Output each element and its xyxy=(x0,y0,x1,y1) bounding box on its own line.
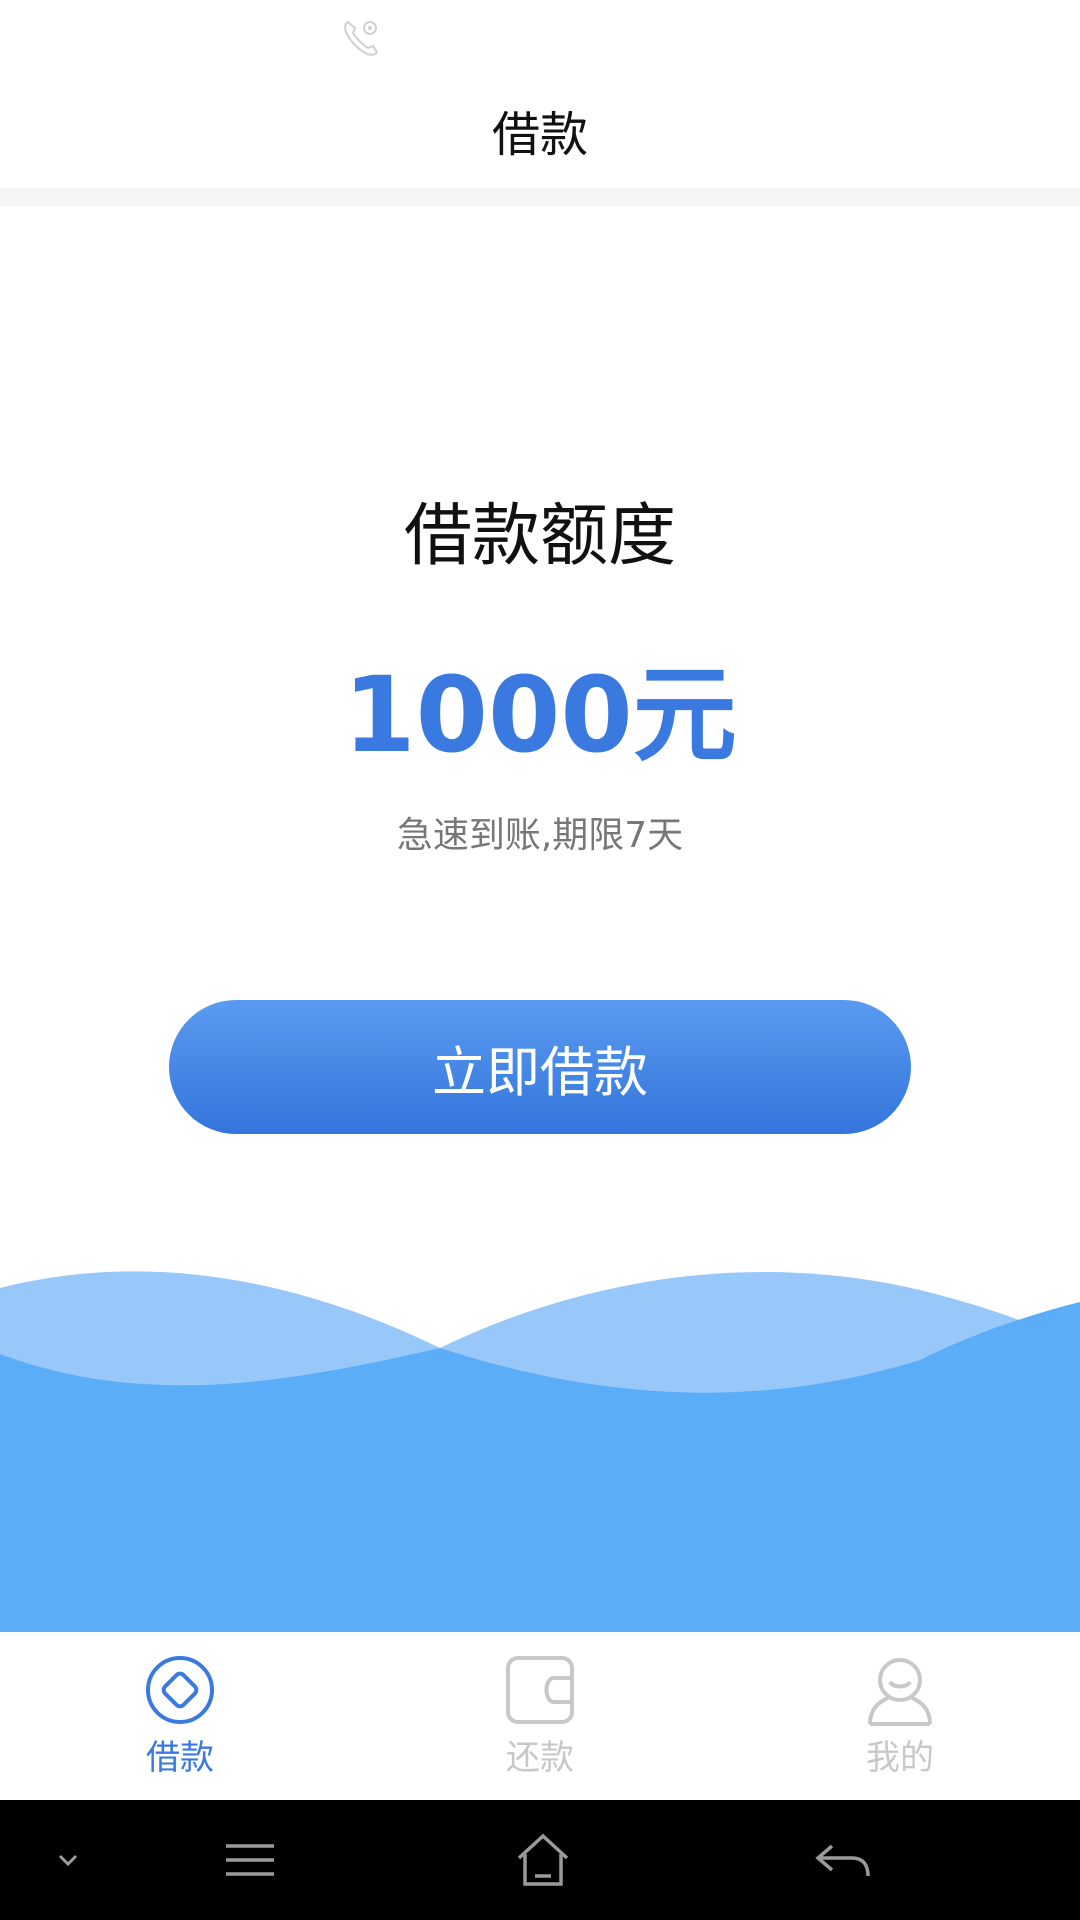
header-divider xyxy=(0,188,1080,206)
chevron-down-icon[interactable] xyxy=(38,1830,98,1890)
back-icon[interactable] xyxy=(812,1830,872,1890)
wallet-icon xyxy=(506,1656,574,1724)
home-icon[interactable] xyxy=(513,1830,573,1890)
phone-call-icon xyxy=(344,20,379,56)
screen: 借款 借款额度 1000元 急速到账,期限7天 立即借款 借款 还款 我的 xyxy=(0,0,1080,1920)
title-bar: 借款 xyxy=(0,72,1080,188)
menu-icon[interactable] xyxy=(220,1830,280,1890)
tab-borrow[interactable]: 借款 xyxy=(0,1632,360,1800)
tab-repay[interactable]: 还款 xyxy=(360,1632,720,1800)
diamond-circle-icon xyxy=(146,1656,214,1724)
page-title: 借款 xyxy=(491,107,588,163)
decorative-wave xyxy=(0,1271,1080,1632)
tab-borrow-label: 借款 xyxy=(146,1738,214,1778)
tab-mine[interactable]: 我的 xyxy=(720,1632,1080,1800)
borrow-now-button[interactable]: 立即借款 xyxy=(169,1000,911,1134)
status-bar xyxy=(0,0,1080,72)
tab-repay-label: 还款 xyxy=(506,1738,574,1778)
system-nav-bar xyxy=(0,1800,1080,1920)
tab-mine-label: 我的 xyxy=(866,1738,934,1778)
bottom-tab-bar: 借款 还款 我的 xyxy=(0,1632,1080,1800)
quota-label: 借款额度 xyxy=(403,497,676,576)
quota-note: 急速到账,期限7天 xyxy=(396,815,684,856)
user-icon xyxy=(868,1658,932,1726)
quota-amount: 1000元 xyxy=(343,654,737,776)
